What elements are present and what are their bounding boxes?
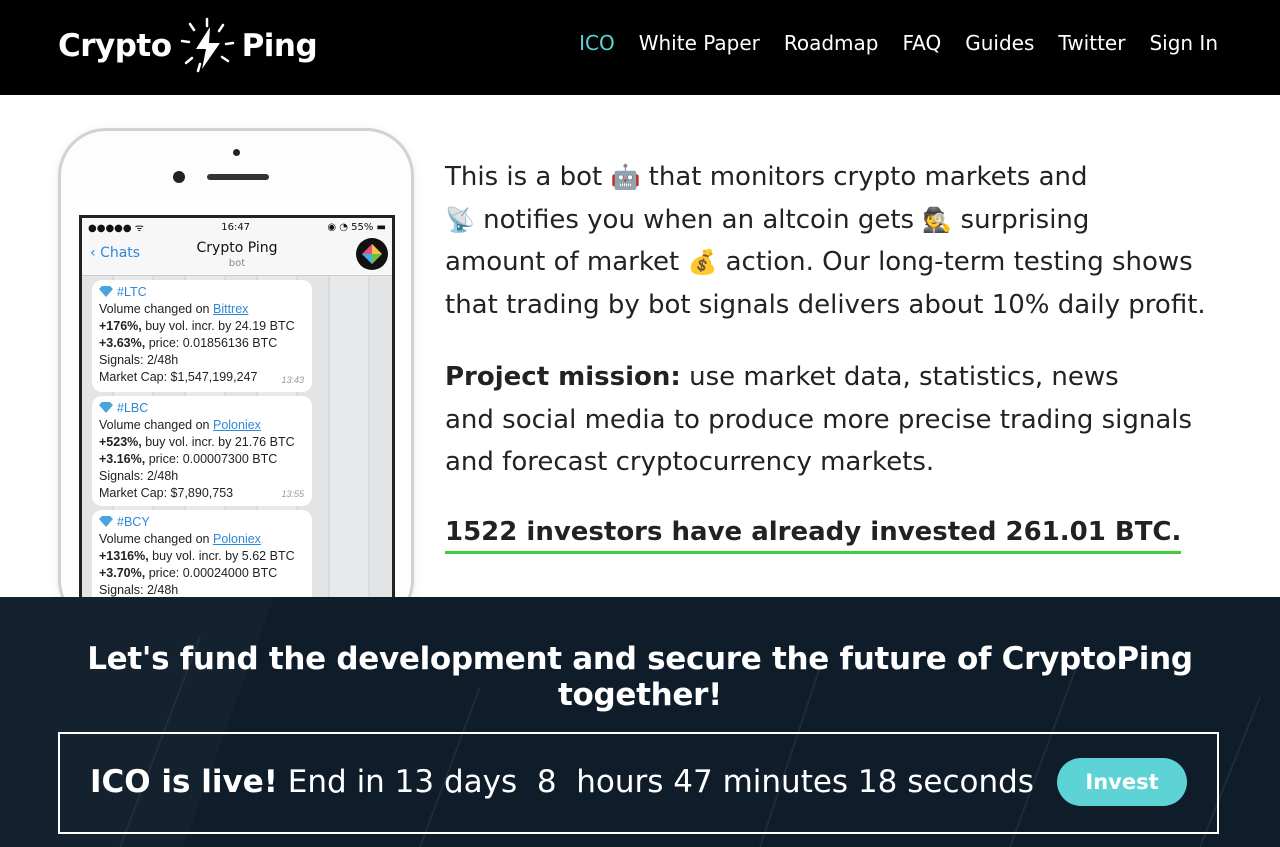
market-cap: Market Cap: $7,890,753	[99, 486, 234, 500]
logo-text-ping: Ping	[241, 28, 318, 64]
nav-faq[interactable]: FAQ	[903, 30, 942, 56]
lightning-burst-icon	[180, 17, 234, 73]
countdown-text-row: ICO is live! End in 13 days 8 hours 47 m…	[90, 764, 1034, 800]
intro-text: that monitors crypto markets and	[648, 162, 1088, 192]
volume-detail: buy vol. incr. by 21.76 BTC	[141, 435, 295, 449]
satellite-icon: 📡	[445, 205, 475, 234]
message-time: 13:43	[281, 375, 304, 385]
mission-text: and social media to produce more precise…	[445, 404, 1193, 435]
intro-text: amount of market	[445, 247, 680, 277]
chat-subtitle: bot	[228, 258, 246, 269]
volume-change: +176%,	[99, 319, 142, 333]
volume-detail: buy vol. incr. by 5.62 BTC	[148, 549, 295, 563]
money-bag-icon: 💰	[687, 248, 718, 276]
investors-stat: 1522 investors have already invested 261…	[445, 515, 1182, 554]
price-change: +3.16%,	[99, 452, 146, 466]
nav-roadmap[interactable]: Roadmap	[784, 30, 879, 56]
coin-tag: #LTC	[117, 285, 147, 299]
intro-text: surprising	[960, 204, 1090, 235]
intro-paragraph: This is a bot 🤖 that monitors crypto mar…	[445, 156, 1235, 326]
phone-screen: ●●●●● ᯤ 16:47 ◉ ◔ 55% ▬ ‹ Chats Crypto P…	[79, 215, 395, 625]
message-prefix: Volume changed on	[99, 302, 213, 316]
ico-countdown-box: ICO is live! End in 13 days 8 hours 47 m…	[58, 732, 1219, 834]
exchange-link: Bittrex	[212, 302, 249, 316]
nav-white-paper[interactable]: White Paper	[639, 30, 760, 56]
mission-label: Project mission:	[445, 362, 681, 392]
price-detail: price: 0.00007300 BTC	[145, 452, 278, 466]
exchange-link: Poloniex	[212, 532, 261, 546]
exchange-link: Poloniex	[212, 418, 261, 432]
chat-message: #LTC Volume changed on Bittrex +176%, bu…	[92, 280, 312, 392]
nav-sign-in[interactable]: Sign In	[1149, 30, 1218, 56]
intro-text: notifies you when an altcoin gets	[483, 204, 915, 235]
price-detail: price: 0.01856136 BTC	[145, 336, 278, 350]
robot-icon: 🤖	[610, 163, 641, 191]
project-mission: Project mission: use market data, statis…	[445, 356, 1235, 484]
volume-change: +1316%,	[99, 549, 149, 563]
invest-button[interactable]: Invest	[1057, 758, 1187, 806]
phone-front-sensor	[233, 149, 240, 156]
phone-camera	[173, 171, 185, 183]
coin-tag: #LBC	[117, 401, 149, 415]
gem-icon	[99, 516, 113, 527]
gem-icon	[99, 402, 113, 413]
gem-icon	[99, 286, 113, 297]
nav-ico[interactable]: ICO	[579, 30, 615, 56]
ico-band: Let's fund the development and secure th…	[0, 597, 1280, 847]
volume-detail: buy vol. incr. by 24.19 BTC	[141, 319, 295, 333]
battery-icon: ◉ ◔ 55% ▬	[327, 221, 386, 233]
chat-header: ‹ Chats Crypto Ping bot	[82, 236, 392, 276]
signal-icon: ●●●●● ᯤ	[88, 223, 144, 234]
fund-headline: Let's fund the development and secure th…	[87, 641, 1193, 713]
detective-icon: 🕵	[922, 205, 953, 234]
signals-text: Signals: 2/48h	[99, 469, 179, 483]
market-cap: Market Cap: $1,547,199,247	[99, 370, 258, 384]
mission-text: use market data, statistics, news	[689, 362, 1119, 392]
price-change: +3.70%,	[99, 566, 146, 580]
chat-message: #LBC Volume changed on Poloniex +523%, b…	[92, 396, 312, 506]
nav-guides[interactable]: Guides	[965, 30, 1034, 56]
top-navbar: Crypto Ping ICO White Paper Roadmap FAQ …	[0, 0, 1280, 95]
phone-speaker	[207, 174, 269, 180]
diamond-logo-icon	[362, 244, 382, 264]
phone-status-bar: ●●●●● ᯤ 16:47 ◉ ◔ 55% ▬	[82, 218, 392, 236]
phone-mockup: ●●●●● ᯤ 16:47 ◉ ◔ 55% ▬ ‹ Chats Crypto P…	[58, 128, 414, 628]
chat-title: Crypto Ping	[196, 240, 278, 256]
mission-text: and forecast cryptocurrency markets.	[445, 447, 935, 477]
message-prefix: Volume changed on	[99, 532, 213, 546]
price-change: +3.63%,	[99, 336, 146, 350]
intro-text: action. Our long-term testing shows	[725, 247, 1193, 277]
signals-text: Signals: 2/48h	[99, 353, 179, 367]
intro-text: This is a bot	[445, 162, 603, 192]
logo-text-crypto: Crypto	[58, 28, 172, 64]
main-nav: ICO White Paper Roadmap FAQ Guides Twitt…	[555, 30, 1218, 56]
coin-tag: #BCY	[117, 515, 150, 529]
message-time: 13:55	[281, 489, 304, 499]
intro-text: that trading by bot signals delivers abo…	[445, 289, 1206, 320]
ico-live-label: ICO is live!	[90, 764, 278, 800]
chat-messages: #LTC Volume changed on Bittrex +176%, bu…	[82, 276, 392, 625]
bot-avatar	[356, 238, 388, 270]
nav-twitter[interactable]: Twitter	[1058, 30, 1125, 56]
status-time: 16:47	[221, 221, 251, 233]
message-prefix: Volume changed on	[99, 418, 213, 432]
volume-change: +523%,	[99, 435, 142, 449]
cryptoping-logo[interactable]: Crypto Ping	[58, 17, 318, 74]
countdown-timer: End in 13 days 8 hours 47 minutes 18 sec…	[287, 764, 1034, 800]
price-detail: price: 0.00024000 BTC	[145, 566, 278, 580]
